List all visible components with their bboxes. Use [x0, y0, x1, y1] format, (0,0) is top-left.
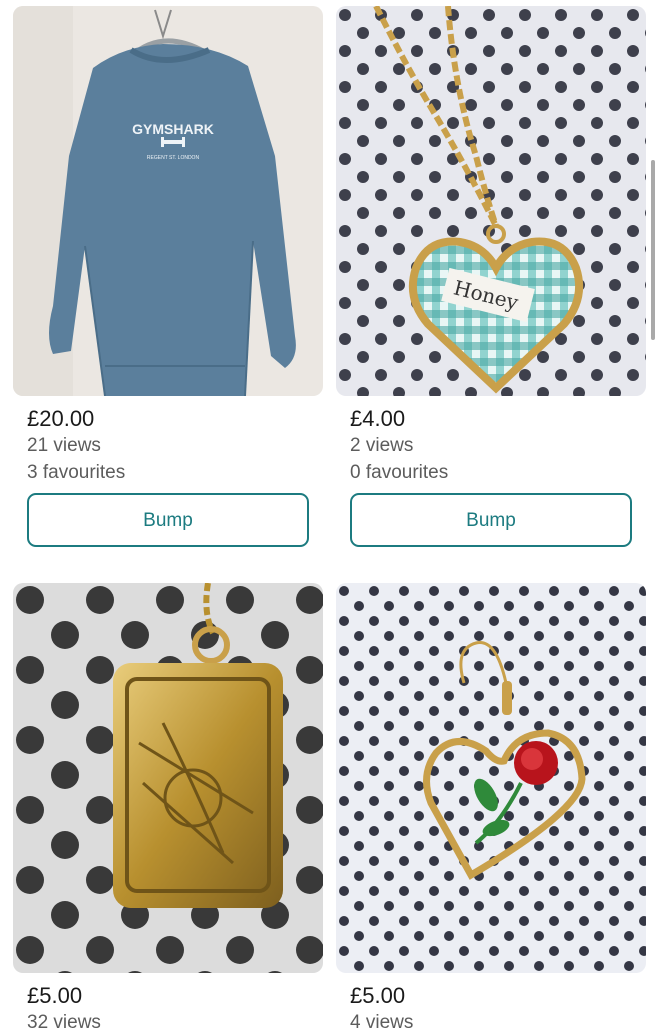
scrollbar[interactable] — [651, 160, 655, 340]
listing-photo-rose-earring[interactable] — [336, 583, 646, 973]
listing-price: £5.00 — [350, 983, 406, 1008]
sweater-brand-text: GYMSHARK — [132, 121, 214, 137]
listing-price: £4.00 — [350, 406, 406, 431]
listing-photo-sweater[interactable]: GYMSHARK REGENT ST. LONDON — [13, 6, 323, 396]
listing-favourites: 3 favourites — [27, 462, 126, 483]
listing-card-sweater[interactable]: GYMSHARK REGENT ST. LONDON £20.00 21 vie… — [13, 6, 323, 547]
listing-favourites: 0 favourites — [350, 462, 449, 483]
listing-card-rose-earring[interactable]: £5.00 4 views — [336, 583, 646, 1034]
listing-views: 4 views — [350, 1012, 414, 1033]
listing-price: £20.00 — [27, 406, 95, 431]
listing-card-honey-necklace[interactable]: Honey £4.00 2 views 0 favourites Bump — [336, 6, 646, 547]
bump-button[interactable]: Bump — [27, 493, 309, 547]
listing-photo-gold-pendant[interactable] — [13, 583, 323, 973]
listing-price: £5.00 — [27, 983, 83, 1008]
listing-photo-honey-necklace[interactable]: Honey — [336, 6, 646, 396]
bump-button[interactable]: Bump — [350, 493, 632, 547]
listing-views: 32 views — [27, 1012, 101, 1033]
listing-views: 21 views — [27, 435, 101, 456]
sweater-subtext: REGENT ST. LONDON — [147, 155, 200, 161]
listing-card-gold-pendant[interactable]: £5.00 32 views — [13, 583, 323, 1034]
listing-views: 2 views — [350, 435, 414, 456]
